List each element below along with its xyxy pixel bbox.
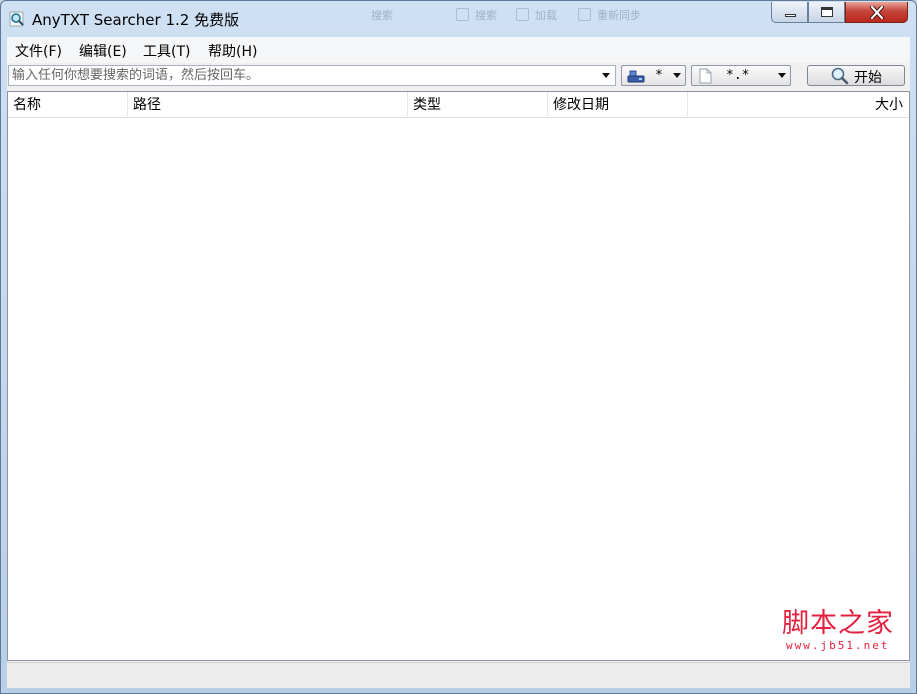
ghost-checkbox: 重新同步 (578, 7, 641, 25)
checkbox-icon (516, 8, 529, 21)
search-input[interactable] (12, 66, 597, 85)
file-type-value: *.* (726, 68, 750, 83)
search-icon (831, 67, 849, 85)
drive-icon (627, 70, 645, 83)
ghost-checkbox: 加载 (516, 7, 557, 25)
drive-value: * (655, 68, 663, 83)
ghost-label: 搜索 (371, 9, 393, 22)
column-header-path[interactable]: 路径 (128, 92, 408, 118)
close-icon (870, 6, 884, 19)
status-bar (7, 662, 910, 688)
watermark: 脚本之家 www.jb51.net (782, 601, 912, 691)
maximize-button[interactable] (808, 2, 845, 23)
column-header-name[interactable]: 名称 (8, 92, 128, 118)
minimize-button[interactable] (771, 2, 808, 23)
menu-edit[interactable]: 编辑(E) (77, 41, 129, 61)
results-list[interactable]: 名称 路径 类型 修改日期 大小 (7, 91, 910, 661)
start-button-label: 开始 (854, 70, 882, 86)
menu-file[interactable]: 文件(F) (13, 41, 64, 61)
watermark-url: www.jb51.net (786, 639, 890, 652)
column-header-size[interactable]: 大小 (688, 92, 909, 118)
chevron-down-icon[interactable] (602, 73, 610, 78)
ghost-label: 加载 (535, 9, 557, 22)
app-window: AnyTXT Searcher 1.2 免费版 搜索 搜索 加载 重新同步 文件… (0, 0, 917, 694)
ghost-checkbox: 搜索 (456, 7, 497, 25)
search-toolbar: * *.* 开始 (7, 63, 910, 91)
ghost-label: 搜索 (475, 9, 497, 22)
window-title: AnyTXT Searcher 1.2 免费版 (32, 11, 240, 29)
search-combobox[interactable] (8, 65, 616, 86)
magnifier-app-icon (9, 11, 24, 27)
file-type-select[interactable]: *.* (691, 65, 791, 86)
menu-help[interactable]: 帮助(H) (206, 41, 259, 61)
file-icon (699, 68, 712, 84)
drive-select[interactable]: * (621, 65, 686, 86)
menu-tools[interactable]: 工具(T) (141, 41, 192, 61)
menu-bar: 文件(F) 编辑(E) 工具(T) 帮助(H) (7, 37, 910, 63)
client-area: 文件(F) 编辑(E) 工具(T) 帮助(H) * (7, 37, 910, 688)
checkbox-icon (578, 8, 591, 21)
close-button[interactable] (845, 2, 908, 23)
checkbox-icon (456, 8, 469, 21)
column-header-type[interactable]: 类型 (408, 92, 548, 118)
chevron-down-icon (673, 73, 681, 78)
title-bar[interactable]: AnyTXT Searcher 1.2 免费版 搜索 搜索 加载 重新同步 (1, 1, 916, 37)
start-search-button[interactable]: 开始 (807, 65, 905, 86)
column-header-modified[interactable]: 修改日期 (548, 92, 688, 118)
ghost-label: 重新同步 (597, 9, 641, 22)
chevron-down-icon (778, 73, 786, 78)
watermark-text: 脚本之家 (782, 608, 894, 639)
